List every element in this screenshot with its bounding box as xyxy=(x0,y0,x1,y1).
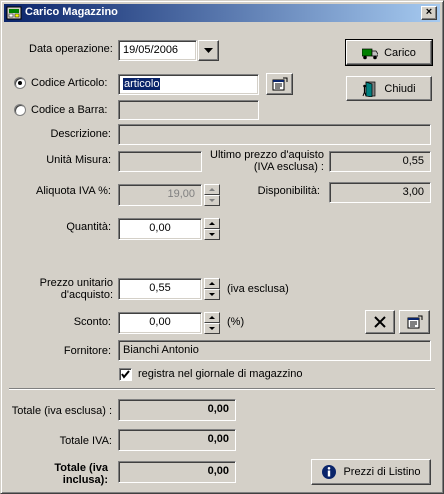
descrizione-label: Descrizione: xyxy=(50,128,111,140)
codice-articolo-value: articolo xyxy=(123,78,161,90)
prezzo-unitario-spinner[interactable] xyxy=(204,278,220,300)
sconto-spinner[interactable] xyxy=(204,312,220,334)
codice-barra-input[interactable] xyxy=(118,100,259,120)
aliquota-iva-field[interactable]: 19,00 xyxy=(118,184,202,206)
disponibilita-label: Disponibilità: xyxy=(257,185,320,197)
spin-up-button[interactable] xyxy=(204,218,220,229)
x-icon xyxy=(374,316,386,328)
close-button[interactable]: × xyxy=(421,6,437,20)
chiudi-button[interactable]: Chiudi xyxy=(346,76,432,101)
unita-misura-field[interactable] xyxy=(118,151,202,172)
clear-fornitore-button[interactable] xyxy=(365,310,395,334)
aliquota-iva-label: Aliquota IVA %: xyxy=(35,185,111,197)
exit-door-icon xyxy=(362,81,376,97)
codice-articolo-label: Codice Articolo: xyxy=(31,77,108,89)
spin-up-button[interactable] xyxy=(204,312,220,323)
codice-barra-radio[interactable] xyxy=(14,104,26,116)
prezzi-listino-label: Prezzi di Listino xyxy=(343,466,421,478)
registra-checkbox[interactable] xyxy=(119,368,132,381)
arrow-up-icon xyxy=(209,222,215,225)
app-icon xyxy=(6,6,22,20)
arrow-up-icon xyxy=(209,316,215,319)
data-operazione-field[interactable]: 19/05/2006 xyxy=(118,40,197,61)
fornitore-label: Fornitore: xyxy=(63,345,111,357)
ultimo-prezzo-field: 0,55 xyxy=(329,151,431,172)
arrow-down-icon xyxy=(209,233,215,236)
arrow-up-icon xyxy=(209,188,215,191)
title-bar[interactable]: Carico Magazzino × xyxy=(4,4,440,22)
checkmark-icon xyxy=(121,370,130,379)
descrizione-field[interactable] xyxy=(118,124,431,145)
totale-iva-inclusa-field: 0,00 xyxy=(118,461,236,483)
separator xyxy=(9,388,435,390)
prezzi-listino-button[interactable]: Prezzi di Listino xyxy=(311,459,431,485)
totale-iva-label: Totale IVA: xyxy=(59,435,112,447)
totale-iva-esclusa-field: 0,00 xyxy=(118,399,236,421)
arrow-down-icon xyxy=(209,199,215,202)
codice-barra-label: Codice a Barra: xyxy=(31,104,108,116)
spin-up-button[interactable] xyxy=(204,278,220,289)
spin-down-button[interactable] xyxy=(204,289,220,300)
spin-down-button[interactable] xyxy=(204,323,220,334)
sconto-label: Sconto: xyxy=(73,316,111,328)
spin-up-button[interactable] xyxy=(204,184,220,195)
prezzo-unitario-input[interactable]: 0,55 xyxy=(118,278,202,300)
window-title: Carico Magazzino xyxy=(25,6,118,18)
data-operazione-label: Data operazione: xyxy=(29,43,113,55)
arrow-down-icon xyxy=(209,327,215,330)
spin-down-button[interactable] xyxy=(204,195,220,206)
disponibilita-field: 3,00 xyxy=(329,182,431,203)
lookup-icon xyxy=(407,315,422,329)
sconto-input[interactable]: 0,00 xyxy=(118,312,202,334)
iva-esclusa-note: (iva esclusa) xyxy=(227,283,289,295)
codice-articolo-input[interactable]: articolo xyxy=(118,74,259,95)
percent-note: (%) xyxy=(227,316,245,328)
carico-label: Carico xyxy=(384,46,416,59)
prezzo-unitario-label: Prezzo unitario d'acquisto: xyxy=(39,277,113,301)
quantita-label: Quantità: xyxy=(66,221,111,233)
fornitore-field: Bianchi Antonio xyxy=(118,340,431,361)
totale-iva-esclusa-label: Totale (iva esclusa) : xyxy=(11,405,112,417)
registra-label: registra nel giornale di magazzino xyxy=(138,368,303,380)
carico-button[interactable]: Carico xyxy=(345,39,433,66)
lookup-icon xyxy=(272,77,287,91)
quantita-input[interactable]: 0,00 xyxy=(118,218,202,240)
ultimo-prezzo-label: Ultimo prezzo d'aquisto (IVA esclusa) : xyxy=(210,149,324,173)
truck-icon xyxy=(362,48,379,59)
info-icon xyxy=(322,465,337,479)
arrow-down-icon xyxy=(209,293,215,296)
arrow-up-icon xyxy=(209,282,215,285)
date-dropdown-button[interactable] xyxy=(198,40,219,61)
codice-articolo-radio[interactable] xyxy=(14,77,26,89)
aliquota-iva-spinner[interactable] xyxy=(204,184,220,206)
chiudi-label: Chiudi xyxy=(384,82,416,95)
unita-misura-label: Unità Misura: xyxy=(46,154,111,166)
close-icon: × xyxy=(425,6,433,18)
quantita-spinner[interactable] xyxy=(204,218,220,240)
totale-iva-inclusa-label: Totale (iva inclusa): xyxy=(54,462,108,486)
carico-magazzino-window: Carico Magazzino × Data operazione: 19/0… xyxy=(0,0,444,494)
totale-iva-field: 0,00 xyxy=(118,429,236,451)
spin-down-button[interactable] xyxy=(204,229,220,240)
search-articolo-button[interactable] xyxy=(266,73,293,95)
search-fornitore-button[interactable] xyxy=(399,310,430,334)
chevron-down-icon xyxy=(204,48,213,53)
